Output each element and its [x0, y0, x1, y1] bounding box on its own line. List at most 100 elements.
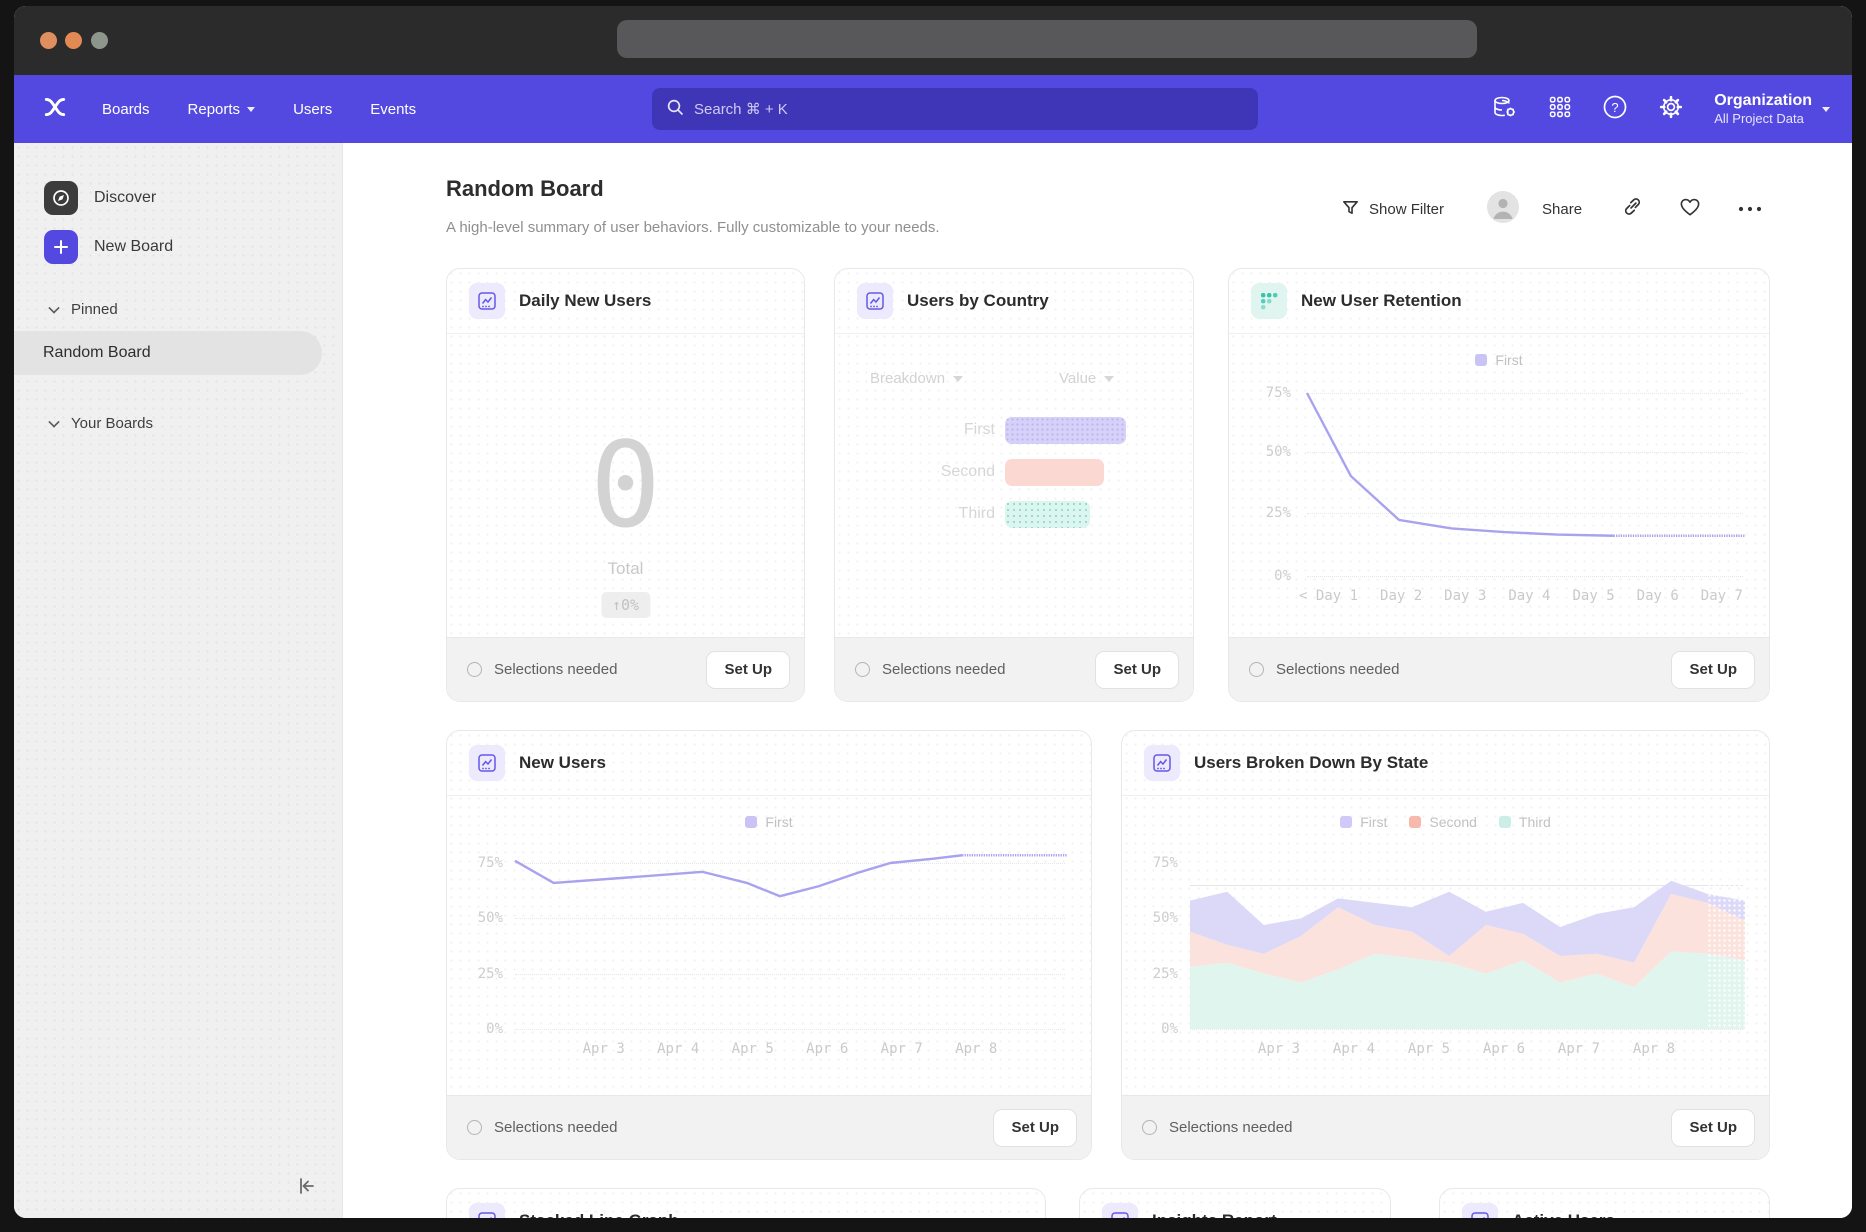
- setup-button[interactable]: Set Up: [706, 651, 790, 689]
- line-chart-icon: [1144, 745, 1180, 781]
- legend-swatch: [1475, 354, 1487, 366]
- setup-button[interactable]: Set Up: [1671, 1109, 1755, 1147]
- top-navbar: Boards Reports Users Events Search ⌘ + K: [14, 75, 1852, 143]
- new-users-line-chart: [515, 863, 1067, 1029]
- discover-compass-icon: [44, 181, 78, 215]
- line-chart-icon: [469, 1203, 505, 1218]
- retention-grid-icon: [1251, 283, 1287, 319]
- filter-funnel-icon: [1341, 198, 1360, 221]
- bar-row-label: Third: [875, 505, 995, 523]
- card-users-by-state: Users Broken Down By State First Second …: [1121, 730, 1770, 1160]
- org-project: All Project Data: [1714, 111, 1812, 127]
- card-active-users: Active Users: [1439, 1188, 1770, 1218]
- breakdown-dropdown[interactable]: Breakdown: [870, 370, 963, 387]
- chevron-down-icon: [953, 376, 963, 382]
- x-axis-labels: Apr 3Apr 4Apr 5Apr 6Apr 7Apr 8: [515, 1041, 1065, 1057]
- status-circle-icon: [855, 662, 870, 677]
- bar-third: [1005, 501, 1090, 528]
- traffic-light-minimize[interactable]: [65, 32, 82, 49]
- window-chrome: [14, 6, 1852, 75]
- line-chart-icon: [469, 283, 505, 319]
- svg-text:?: ?: [1612, 100, 1619, 115]
- setup-button[interactable]: Set Up: [1095, 651, 1179, 689]
- chevron-down-icon: [1822, 107, 1830, 112]
- page-title: Random Board: [446, 176, 604, 202]
- sidebar: Discover New Board Pinned Random Board Y…: [14, 143, 343, 1218]
- status-text: Selections needed: [494, 661, 694, 678]
- setup-button[interactable]: Set Up: [993, 1109, 1077, 1147]
- search-icon: [666, 98, 684, 120]
- plus-icon: [44, 230, 78, 264]
- address-bar[interactable]: [617, 20, 1477, 58]
- share-button[interactable]: Share: [1542, 201, 1582, 218]
- setup-button[interactable]: Set Up: [1671, 651, 1755, 689]
- sidebar-section-your-boards[interactable]: Your Boards: [49, 415, 153, 432]
- nav-item-reports[interactable]: Reports: [188, 101, 256, 118]
- apps-grid-icon[interactable]: [1548, 95, 1572, 124]
- org-name: Organization: [1714, 91, 1812, 111]
- mixpanel-logo-icon[interactable]: [42, 94, 68, 125]
- nav-item-boards[interactable]: Boards: [102, 101, 150, 118]
- metric-value: 0: [447, 426, 804, 544]
- card-title: Stacked Line Graph: [519, 1211, 679, 1218]
- org-switcher[interactable]: Organization All Project Data: [1714, 91, 1830, 127]
- status-circle-icon: [1142, 1120, 1157, 1135]
- state-stacked-area-chart: [1190, 863, 1745, 1029]
- status-text: Selections needed: [882, 661, 1083, 678]
- incomplete-data-hatch: [1707, 863, 1745, 1029]
- line-chart-icon: [469, 745, 505, 781]
- settings-gear-icon[interactable]: [1658, 94, 1684, 125]
- bar-row-label: Second: [875, 463, 995, 481]
- metric-delta-badge: ↑0%: [601, 592, 650, 618]
- chart-legend: First Second Third: [1122, 814, 1769, 830]
- status-circle-icon: [1249, 662, 1264, 677]
- copy-link-icon[interactable]: [1622, 196, 1643, 222]
- search-placeholder: Search ⌘ + K: [694, 100, 788, 118]
- legend-swatch: [1409, 816, 1421, 828]
- chevron-down-icon: [1104, 376, 1114, 382]
- bar-row-label: First: [875, 421, 995, 439]
- status-text: Selections needed: [494, 1119, 981, 1136]
- line-chart-icon: [1462, 1203, 1498, 1218]
- more-options-icon[interactable]: [1737, 200, 1763, 218]
- sidebar-item-random-board[interactable]: Random Board: [14, 331, 322, 375]
- show-filter-button[interactable]: Show Filter: [1341, 198, 1444, 221]
- sidebar-item-discover[interactable]: Discover: [44, 181, 156, 215]
- favorite-heart-icon[interactable]: [1679, 197, 1701, 222]
- card-title: Users by Country: [907, 291, 1049, 311]
- status-circle-icon: [467, 662, 482, 677]
- status-circle-icon: [467, 1120, 482, 1135]
- bar-first: [1005, 417, 1126, 444]
- browser-window: Boards Reports Users Events Search ⌘ + K: [14, 6, 1852, 1218]
- sidebar-section-pinned[interactable]: Pinned: [49, 301, 118, 318]
- card-users-by-country: Users by Country Breakdown Value First S…: [834, 268, 1194, 702]
- card-title: New User Retention: [1301, 291, 1462, 311]
- legend-swatch: [1499, 816, 1511, 828]
- help-icon[interactable]: ?: [1602, 94, 1628, 125]
- sidebar-item-new-board[interactable]: New Board: [44, 230, 173, 264]
- traffic-light-zoom[interactable]: [91, 32, 108, 49]
- card-title: Daily New Users: [519, 291, 651, 311]
- card-title: Insights Report: [1152, 1211, 1277, 1218]
- legend-swatch: [1340, 816, 1352, 828]
- card-new-users: New Users First 75% 50% 25% 0%: [446, 730, 1092, 1160]
- nav-item-users[interactable]: Users: [293, 101, 332, 118]
- traffic-light-close[interactable]: [40, 32, 57, 49]
- data-management-icon[interactable]: [1492, 95, 1518, 124]
- page-subtitle: A high-level summary of user behaviors. …: [446, 219, 940, 236]
- nav-item-events[interactable]: Events: [370, 101, 416, 118]
- legend-swatch: [745, 816, 757, 828]
- chevron-down-icon: [48, 302, 59, 313]
- avatar[interactable]: [1486, 190, 1520, 229]
- status-text: Selections needed: [1276, 661, 1659, 678]
- value-dropdown[interactable]: Value: [1059, 370, 1114, 387]
- sidebar-collapse-icon[interactable]: [296, 1175, 318, 1202]
- chevron-down-icon: [48, 416, 59, 427]
- metric-label: Total: [447, 559, 804, 579]
- card-stacked-line-graph: Stacked Line Graph: [446, 1188, 1046, 1218]
- line-chart-icon: [1102, 1203, 1138, 1218]
- search-input[interactable]: Search ⌘ + K: [652, 88, 1258, 130]
- bar-second: [1005, 459, 1104, 486]
- card-title: New Users: [519, 753, 606, 773]
- board-main: Random Board A high-level summary of use…: [343, 143, 1852, 1218]
